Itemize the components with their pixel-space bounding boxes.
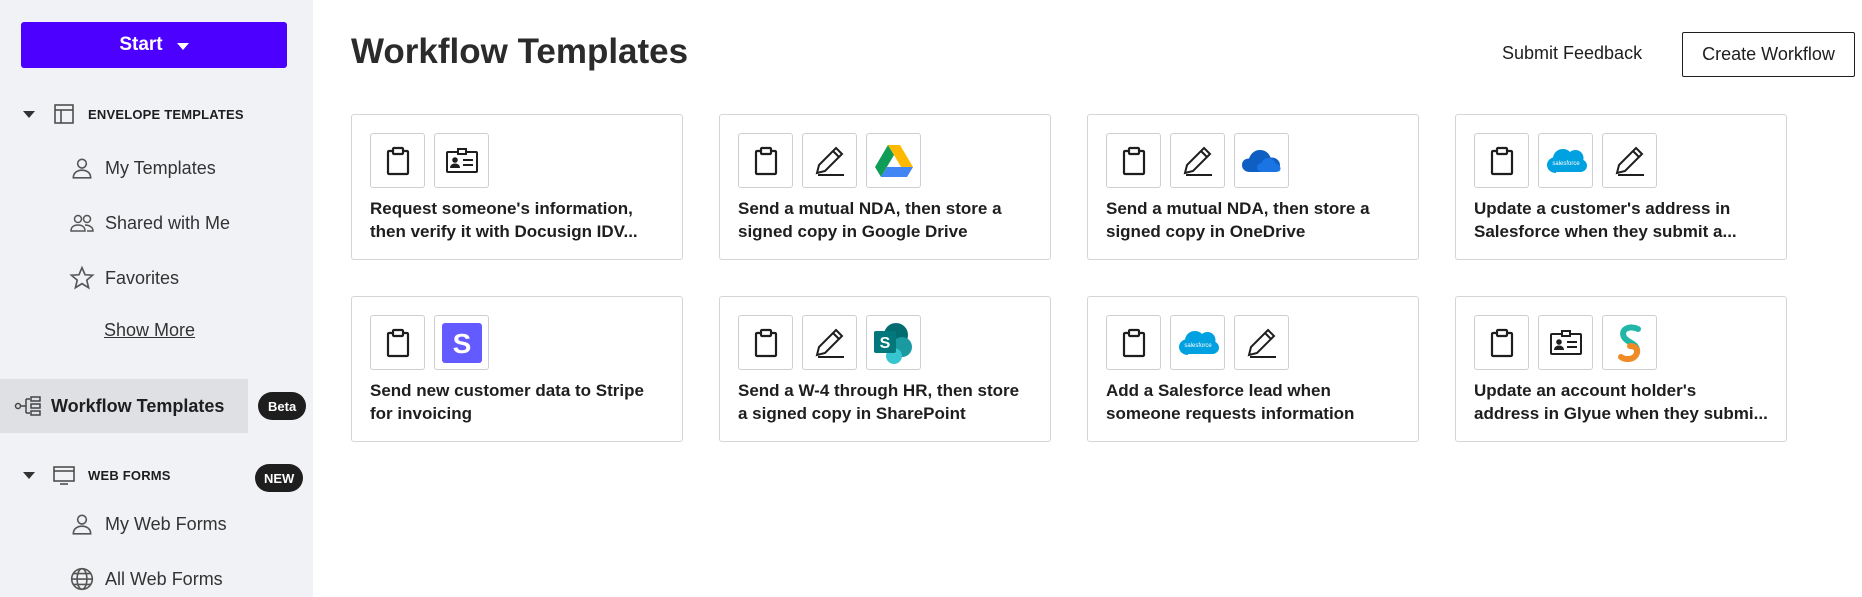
sidebar-item-label: My Templates [105,157,216,178]
onedrive-icon [1234,133,1289,188]
card-title: Update a customer's address in Salesforc… [1474,197,1774,243]
globe-icon [70,567,94,591]
new-badge: NEW [255,464,304,492]
card-title-line: a signed copy in SharePoint [738,404,966,423]
card-icons [1106,133,1289,188]
chevron-down-icon [176,42,189,50]
card-title-line: signed copy in Google Drive [738,222,968,241]
workflow-card-nda-google-drive[interactable]: Send a mutual NDA, then store a signed c… [719,114,1051,260]
sidebar-item-workflow-templates[interactable]: Workflow Templates [0,379,248,433]
caret-down-icon [23,471,35,479]
page-title: Workflow Templates [351,32,689,71]
people-icon [70,214,94,232]
sidebar-item-my-templates[interactable]: My Templates [0,145,313,191]
sidebar-item-label: Favorites [105,267,180,288]
card-icons [1474,315,1657,370]
stripe-icon [434,315,489,370]
card-title-line: for invoicing [370,404,472,423]
salesforce-icon [1170,315,1225,370]
clipboard-icon [370,315,425,370]
envelope-templates-label: ENVELOPE TEMPLATES [88,106,244,122]
web-forms-label: WEB FORMS [88,467,171,483]
workflow-card-request-info-idv[interactable]: Request someone's information, then veri… [351,114,683,260]
salesforce-icon [1538,133,1593,188]
person-icon [72,514,92,535]
pen-icon [802,133,857,188]
card-title-line: Salesforce when they submit a... [1474,222,1737,241]
card-title-line: address in Glyue when they submi... [1474,404,1768,423]
template-icon [54,104,74,124]
start-button-label: Start [119,34,163,55]
workflow-card-w4-sharepoint[interactable]: Send a W-4 through HR, then store a sign… [719,296,1051,442]
sidebar-item-favorites[interactable]: Favorites [0,255,313,301]
clipboard-icon [1106,133,1161,188]
card-title-line: Send a W-4 through HR, then store [738,381,1020,400]
card-title-line: Send a mutual NDA, then store a [738,199,1002,218]
clipboard-icon [1106,315,1161,370]
sharepoint-icon [866,315,921,370]
create-workflow-label: Create Workflow [1702,44,1835,64]
show-more-link[interactable]: Show More [104,320,195,341]
card-title-line: then verify it with Docusign IDV... [370,222,638,241]
sidebar-item-label: All Web Forms [105,568,223,589]
card-title-line: Request someone's information, [370,199,633,218]
workflow-card-salesforce-address[interactable]: Update a customer's address in Salesforc… [1455,114,1787,260]
sidebar-item-label: My Web Forms [105,513,227,534]
sidebar-item-label: Shared with Me [105,212,231,233]
workflow-icon [14,396,41,416]
id-card-icon [434,133,489,188]
web-form-icon [53,466,75,485]
workflow-card-glyue-address[interactable]: Update an account holder's address in Gl… [1455,296,1787,442]
card-title: Request someone's information, then veri… [370,197,670,243]
start-button[interactable]: Start [21,22,287,68]
card-title: Add a Salesforce lead when someone reque… [1106,379,1406,425]
card-title-line: Send new customer data to Stripe [370,381,644,400]
create-workflow-button[interactable]: Create Workflow [1682,32,1855,77]
card-title: Send a mutual NDA, then store a signed c… [738,197,1038,243]
workflow-card-nda-onedrive[interactable]: Send a mutual NDA, then store a signed c… [1087,114,1419,260]
clipboard-icon [1474,315,1529,370]
sidebar-item-shared-with-me[interactable]: Shared with Me [0,200,313,246]
card-title-line: Update a customer's address in [1474,199,1731,218]
sidebar: Start ENVELOPE TEMPLATES My Templates Sh… [0,0,313,597]
pen-icon [1234,315,1289,370]
sidebar-item-label: Workflow Templates [51,395,225,416]
caret-down-icon [23,110,35,118]
submit-feedback-button[interactable]: Submit Feedback [1502,43,1642,64]
workflow-card-stripe-invoicing[interactable]: Send new customer data to Stripe for inv… [351,296,683,442]
card-title: Send a W-4 through HR, then store a sign… [738,379,1038,425]
card-title-line: signed copy in OneDrive [1106,222,1306,241]
pen-icon [1170,133,1225,188]
envelope-templates-section[interactable]: ENVELOPE TEMPLATES [0,94,313,134]
clipboard-icon [370,133,425,188]
card-title: Update an account holder's address in Gl… [1474,379,1774,425]
card-title: Send a mutual NDA, then store a signed c… [1106,197,1406,243]
card-title-line: Add a Salesforce lead when [1106,381,1331,400]
card-icons [738,315,921,370]
clipboard-icon [738,133,793,188]
card-icons [370,315,489,370]
card-icons [1106,315,1289,370]
card-icons [738,133,921,188]
card-title-line: someone requests information [1106,404,1355,423]
card-icons [1474,133,1657,188]
sidebar-item-all-web-forms[interactable]: All Web Forms [0,556,313,597]
workflow-card-salesforce-lead[interactable]: Add a Salesforce lead when someone reque… [1087,296,1419,442]
pen-icon [1602,133,1657,188]
sidebar-item-my-web-forms[interactable]: My Web Forms [0,501,313,547]
pen-icon [802,315,857,370]
card-title-line: Send a mutual NDA, then store a [1106,199,1370,218]
glyue-icon [1602,315,1657,370]
google-drive-icon [866,133,921,188]
id-card-icon [1538,315,1593,370]
star-icon [69,265,95,290]
card-title-line: Update an account holder's [1474,381,1697,400]
card-icons [370,133,489,188]
clipboard-icon [1474,133,1529,188]
beta-badge: Beta [258,392,307,420]
clipboard-icon [738,315,793,370]
card-title: Send new customer data to Stripe for inv… [370,379,670,425]
person-icon [72,158,92,179]
